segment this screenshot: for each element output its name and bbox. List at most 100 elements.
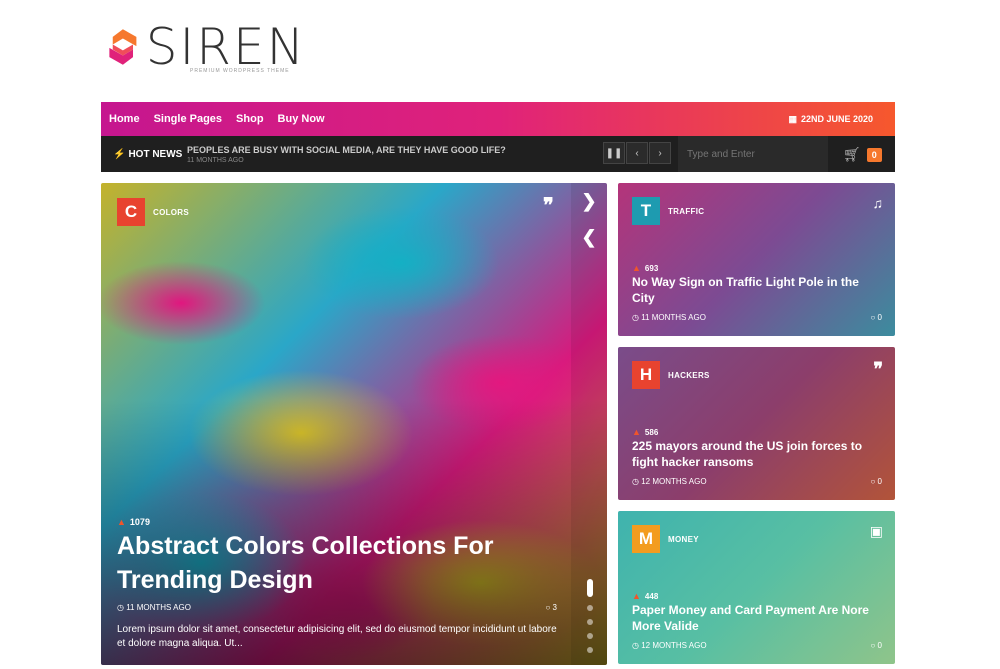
category-name: MONEY	[668, 534, 699, 544]
post-card[interactable]: H HACKERS ❞ ▲ 586 225 mayors around the U…	[618, 347, 895, 500]
views-count: ▲ 586	[632, 427, 658, 437]
category-letter: C	[117, 198, 145, 226]
category-name: TRAFFIC	[668, 206, 705, 216]
music-note-icon: ♫	[872, 195, 884, 211]
quote-icon: ❞	[543, 193, 554, 217]
comment-icon: ○	[545, 603, 551, 612]
hero-meta: ◷ 11 MONTHS AGO ○ 3	[117, 603, 557, 612]
category-badge[interactable]: C COLORS	[117, 198, 189, 226]
nav-item-single-pages[interactable]: Single Pages	[147, 113, 229, 125]
category-letter: H	[632, 361, 660, 389]
comment-icon: ○	[870, 313, 876, 322]
post-time-text: 12 MONTHS AGO	[641, 641, 707, 650]
cart-count-badge: 0	[866, 147, 882, 162]
category-letter: T	[632, 197, 660, 225]
page: SIREN PREMIUM WORDPRESS THEME Home Singl…	[0, 0, 1000, 669]
views-count-text: 448	[644, 591, 659, 601]
pause-button[interactable]: ❚❚	[603, 142, 625, 164]
calendar-icon: ▦	[788, 113, 797, 124]
prev-button[interactable]: ‹	[626, 142, 648, 164]
comment-icon: ○	[870, 641, 876, 650]
ticker-controls: ❚❚ ‹ ›	[603, 142, 672, 164]
bolt-icon: ⚡	[113, 148, 126, 160]
nav-item-home[interactable]: Home	[101, 113, 147, 125]
category-badge[interactable]: H HACKERS	[632, 361, 710, 389]
site-logo[interactable]: SIREN PREMIUM WORDPRESS THEME	[106, 12, 306, 82]
comment-count-text: 0	[877, 641, 882, 650]
slider-next-button[interactable]: ❯	[571, 183, 607, 219]
views-count-text: 1079	[129, 517, 150, 527]
post-title[interactable]: 225 mayors around the US join forces to …	[632, 438, 882, 470]
hero-excerpt: Lorem ipsum dolor sit amet, consectetur …	[117, 624, 557, 649]
post-time-text: 12 MONTHS AGO	[641, 477, 707, 486]
post-title[interactable]: No Way Sign on Traffic Light Pole in the…	[632, 274, 882, 306]
comment-icon: ○	[870, 477, 876, 486]
post-meta: ◷ 11 MONTHS AGO ○ 0	[632, 313, 882, 322]
next-button[interactable]: ›	[649, 142, 671, 164]
nav-item-shop[interactable]: Shop	[229, 113, 271, 125]
search-input[interactable]	[678, 136, 828, 172]
chevron-left-icon: ‹	[635, 147, 639, 159]
chevron-left-icon: ❮	[581, 226, 597, 247]
post-time: ◷ 12 MONTHS AGO	[632, 641, 707, 650]
flame-icon: ▲	[632, 591, 641, 601]
category-badge[interactable]: M MONEY	[632, 525, 699, 553]
post-time: ◷ 12 MONTHS AGO	[632, 477, 707, 486]
post-card[interactable]: T TRAFFIC ♫ ▲ 693 No Way Sign on Traffic …	[618, 183, 895, 336]
hero-slide[interactable]: C COLORS ❞ ❯ ❮ ▲ 1079 Abstract Colors Co…	[101, 183, 607, 665]
comment-count[interactable]: ○ 0	[870, 313, 882, 322]
cart-icon: 🛒︎	[843, 146, 861, 162]
current-date: ▦ 22ND JUNE 2020	[788, 114, 873, 125]
hot-news-label-text: HOT NEWS	[128, 148, 183, 160]
comment-count[interactable]: ○ 3	[545, 603, 557, 612]
slider-prev-button[interactable]: ❮	[571, 219, 607, 255]
slider-dot[interactable]	[587, 633, 593, 639]
pause-icon: ❚❚	[605, 147, 623, 159]
main-navigation: Home Single Pages Shop Buy Now ▦ 22ND JU…	[101, 102, 895, 136]
views-count: ▲ 1079	[117, 517, 150, 527]
quote-icon: ❞	[873, 359, 883, 380]
category-name: COLORS	[153, 207, 190, 217]
post-meta: ◷ 12 MONTHS AGO ○ 0	[632, 477, 882, 486]
comment-count[interactable]: ○ 0	[870, 477, 882, 486]
cart-button[interactable]: 🛒︎ 0	[843, 146, 882, 163]
logo-text: SIREN	[145, 18, 306, 76]
views-count: ▲ 693	[632, 263, 658, 273]
post-time-text: 11 MONTHS AGO	[641, 313, 706, 322]
date-text: 22ND JUNE 2020	[800, 114, 873, 124]
hot-news-label: ⚡ HOT NEWS	[101, 149, 187, 160]
views-count-text: 693	[644, 263, 659, 273]
flame-icon: ▲	[117, 517, 126, 527]
comment-count[interactable]: ○ 0	[870, 641, 882, 650]
hero-title[interactable]: Abstract Colors Collections For Trending…	[117, 529, 537, 597]
image-icon: ▣	[869, 523, 883, 539]
comment-count-text: 3	[552, 603, 557, 612]
category-badge[interactable]: T TRAFFIC	[632, 197, 704, 225]
post-time-text: 11 MONTHS AGO	[126, 603, 191, 612]
hot-news-ticker[interactable]: PEOPLES ARE BUSY WITH SOCIAL MEDIA, ARE …	[187, 145, 506, 164]
post-title[interactable]: Paper Money and Card Payment Are Nore Mo…	[632, 602, 882, 634]
category-name: HACKERS	[668, 370, 710, 380]
chevron-right-icon: ❯	[581, 190, 597, 211]
slider-dot[interactable]	[587, 647, 593, 653]
logo-tagline: PREMIUM WORDPRESS THEME	[190, 68, 290, 74]
views-count: ▲ 448	[632, 591, 658, 601]
logo-mark-icon	[109, 29, 137, 65]
views-count-text: 586	[644, 427, 659, 437]
hot-news-bar: ⚡ HOT NEWS PEOPLES ARE BUSY WITH SOCIAL …	[101, 136, 895, 172]
comment-count-text: 0	[877, 313, 882, 322]
slider-dot[interactable]	[587, 605, 593, 611]
post-time: ◷ 11 MONTHS AGO	[632, 313, 706, 322]
category-letter: M	[632, 525, 660, 553]
chevron-right-icon: ›	[658, 147, 662, 159]
slider-dot[interactable]	[587, 579, 593, 597]
post-meta: ◷ 12 MONTHS AGO ○ 0	[632, 641, 882, 650]
hot-news-headline[interactable]: PEOPLES ARE BUSY WITH SOCIAL MEDIA, ARE …	[187, 145, 506, 155]
slider-dot[interactable]	[587, 619, 593, 625]
slider-pagination	[587, 579, 593, 653]
flame-icon: ▲	[632, 263, 641, 273]
post-card[interactable]: M MONEY ▣ ▲ 448 Paper Money and Card Paym…	[618, 511, 895, 664]
nav-item-buy-now[interactable]: Buy Now	[271, 113, 332, 125]
comment-count-text: 0	[877, 477, 882, 486]
hot-news-time: 11 MONTHS AGO	[187, 156, 244, 164]
